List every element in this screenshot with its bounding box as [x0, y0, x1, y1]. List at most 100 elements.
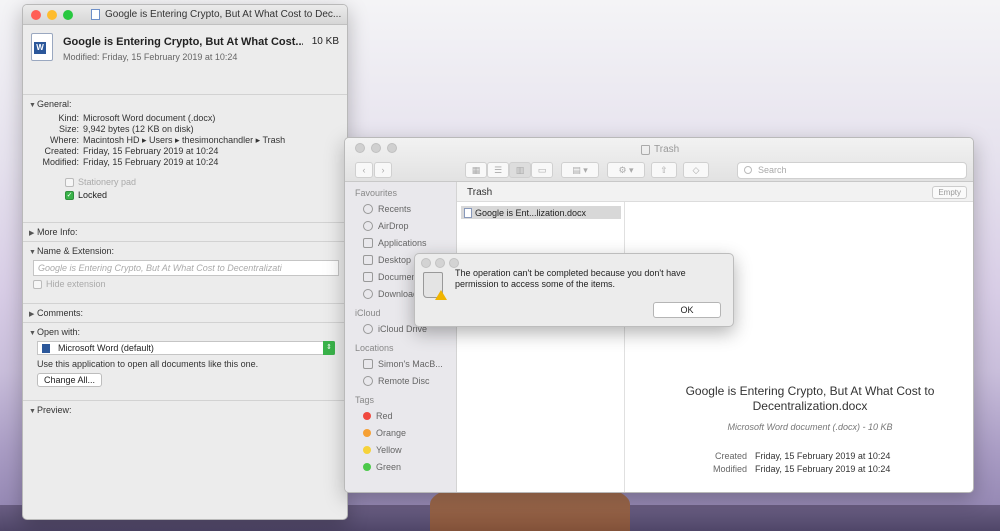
size-label: Size: [58, 124, 79, 134]
orange-tag-dot-icon [363, 428, 371, 437]
icon-view-button[interactable]: ▦ [465, 162, 487, 178]
file-name: Google is Entering Crypto, But At What C… [63, 36, 303, 48]
modified-value: Friday, 15 February 2019 at 10:24 [83, 157, 219, 167]
finder-title: Trash [641, 144, 679, 155]
name-extension-disclosure[interactable]: ▼Name & Extension: [29, 246, 341, 256]
tag-button[interactable]: ◇ [683, 162, 709, 178]
sidebar-label: Recents [378, 203, 412, 214]
kind-label: Kind: [58, 113, 79, 123]
open-with-app: Microsoft Word (default) [58, 343, 154, 353]
sidebar-tag-yellow[interactable]: Yellow [345, 441, 456, 458]
disclosure-down-icon: ▼ [29, 330, 36, 337]
sidebar-item-remote-disc[interactable]: Remote Disc [345, 372, 456, 389]
search-field[interactable]: Search [737, 162, 967, 179]
permission-alert-dialog: The operation can't be completed because… [414, 253, 734, 327]
red-tag-dot-icon [363, 411, 371, 420]
column-header: Trash Empty [457, 182, 973, 202]
preview-modified-value: Friday, 15 February 2019 at 10:24 [755, 464, 891, 474]
laptop-icon [363, 358, 373, 369]
desktop-icon [363, 254, 373, 265]
popup-arrows-icon: ⇕ [323, 341, 335, 355]
back-button[interactable]: ‹ [355, 162, 373, 178]
preview-modified-label: Modified [712, 464, 747, 474]
minimize-button[interactable] [371, 143, 381, 153]
file-row-selected[interactable]: Google is Ent...lization.docx [461, 206, 621, 219]
sidebar-label: Green [376, 461, 402, 472]
general-disclosure[interactable]: ▼General: [29, 99, 341, 109]
created-label: Created: [44, 146, 79, 156]
general-heading: General: [37, 99, 72, 109]
finder-traffic-lights [355, 143, 397, 153]
sidebar-item-recents[interactable]: Recents [345, 200, 456, 217]
open-with-heading: Open with: [37, 327, 81, 337]
finder-sidebar: Favourites Recents AirDrop Applications … [345, 182, 457, 492]
sidebar-label: Applications [378, 237, 427, 248]
sidebar-item-airdrop[interactable]: AirDrop [345, 217, 456, 234]
sidebar-label: Yellow [376, 444, 402, 455]
disclosure-right-icon: ▶ [29, 230, 35, 237]
size-value: 9,942 bytes (12 KB on disk) [83, 124, 194, 134]
close-button[interactable] [355, 143, 365, 153]
yellow-tag-dot-icon [363, 445, 371, 454]
share-button[interactable]: ⇧ [651, 162, 677, 178]
change-all-button[interactable]: Change All... [37, 373, 103, 387]
alert-traffic-lights [421, 258, 459, 268]
zoom-button[interactable] [449, 258, 459, 268]
comments-section[interactable]: ▶ Comments: [23, 304, 347, 323]
action-gear-button[interactable]: ⚙ ▾ [607, 162, 645, 178]
checkbox-unchecked-icon [33, 280, 42, 289]
zoom-button[interactable] [387, 143, 397, 153]
preview-heading: Preview: [37, 405, 72, 415]
close-button[interactable] [31, 10, 41, 20]
sidebar-label: Simon's MacB... [378, 358, 443, 369]
word-document-icon [31, 33, 53, 61]
zoom-button[interactable] [63, 10, 73, 20]
modified-label: Modified: [42, 157, 79, 167]
open-with-disclosure[interactable]: ▼Open with: [29, 327, 341, 337]
disclosure-down-icon: ▼ [29, 408, 36, 415]
close-button[interactable] [421, 258, 431, 268]
tags-heading: Tags [355, 395, 375, 405]
word-file-icon [464, 207, 472, 218]
alert-message: The operation can't be completed because… [455, 268, 686, 289]
ok-button[interactable]: OK [653, 302, 721, 318]
list-view-button[interactable]: ☰ [487, 162, 509, 178]
info-header: Google is Entering Crypto, But At What C… [23, 25, 347, 95]
minimize-button[interactable] [47, 10, 57, 20]
open-with-popup[interactable]: Microsoft Word (default) ⇕ [37, 341, 335, 355]
minimize-button[interactable] [435, 258, 445, 268]
group-button[interactable]: ▤ ▾ [561, 162, 599, 178]
hide-extension-label: Hide extension [46, 279, 106, 289]
sidebar-item-macbook[interactable]: Simon's MacB... [345, 355, 456, 372]
column-label: Trash [467, 187, 493, 198]
empty-trash-button[interactable]: Empty [932, 186, 967, 199]
sidebar-tag-red[interactable]: Red [345, 407, 456, 424]
more-info-section[interactable]: ▶ More Info: [23, 223, 347, 242]
checkbox-unchecked-icon [65, 178, 74, 187]
search-icon [744, 166, 752, 174]
info-window-title: Google is Entering Crypto, But At What C… [105, 9, 342, 20]
applications-icon [363, 237, 373, 248]
open-with-section: ▼Open with: Microsoft Word (default) ⇕ U… [23, 323, 347, 401]
column-view-button[interactable]: ▥ [509, 162, 531, 178]
name-extension-field[interactable]: Google is Entering Crypto, But At What C… [33, 260, 339, 276]
preview-created-value: Friday, 15 February 2019 at 10:24 [755, 451, 891, 461]
sidebar-label: Orange [376, 427, 407, 438]
hide-extension-checkbox[interactable]: Hide extension [33, 278, 341, 291]
sidebar-tag-green[interactable]: Green [345, 458, 456, 475]
gallery-view-button[interactable]: ▭ [531, 162, 553, 178]
file-modified: Modified: Friday, 15 February 2019 at 10… [63, 52, 238, 62]
finder-toolbar: Trash ‹ › ▦ ☰ ▥ ▭ ▤ ▾ ⚙ ▾ ⇧ ◇ Search [345, 138, 973, 182]
locked-checkbox[interactable]: ✓ Locked [65, 189, 341, 202]
green-tag-dot-icon [363, 462, 371, 471]
forward-button[interactable]: › [374, 162, 392, 178]
sidebar-item-applications[interactable]: Applications [345, 234, 456, 251]
checkbox-checked-icon: ✓ [65, 191, 74, 200]
locations-heading: Locations [355, 343, 394, 353]
sidebar-label: AirDrop [378, 220, 409, 231]
preview-file-name: Google is Entering Crypto, But At What C… [645, 384, 973, 414]
info-titlebar[interactable]: Google is Entering Crypto, But At What C… [23, 5, 347, 25]
preview-section[interactable]: ▼Preview: [23, 401, 347, 419]
stationery-pad-checkbox[interactable]: Stationery pad [65, 176, 341, 189]
sidebar-tag-orange[interactable]: Orange [345, 424, 456, 441]
